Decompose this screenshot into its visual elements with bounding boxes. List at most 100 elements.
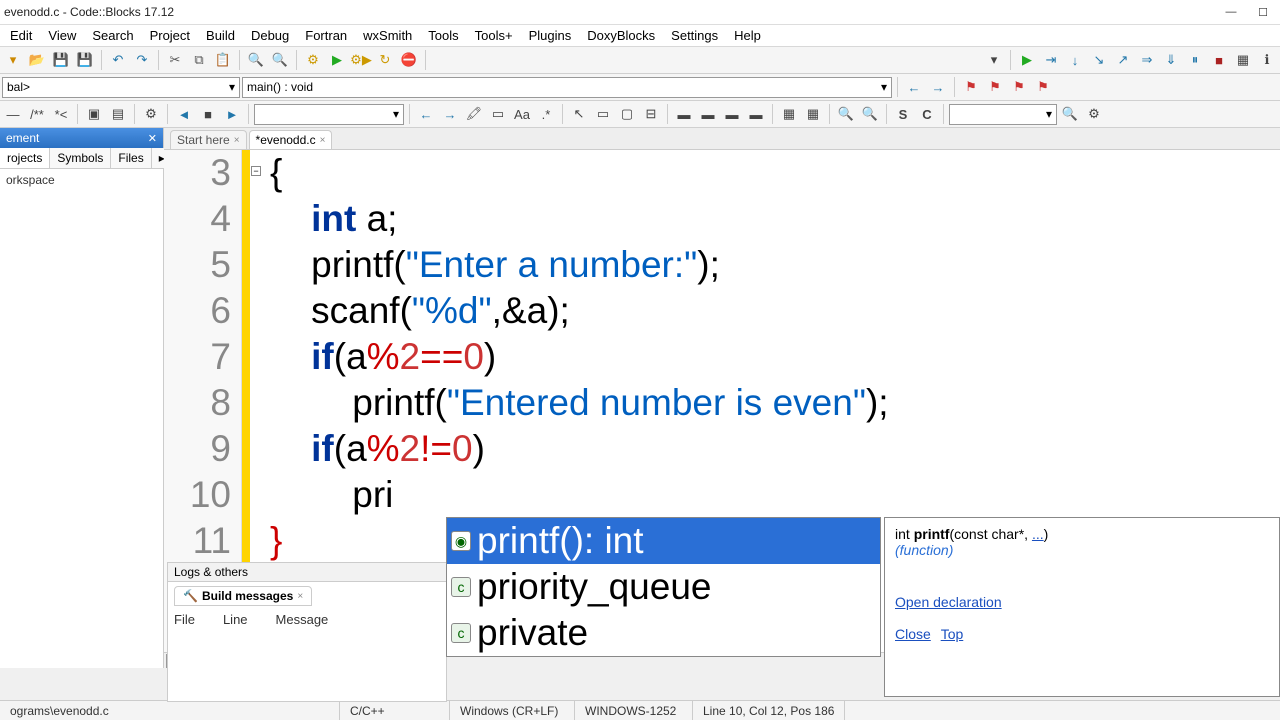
target-drop-icon[interactable]: ▾: [983, 49, 1005, 71]
save-all-icon[interactable]: 💾: [74, 49, 96, 71]
tab-files[interactable]: Files: [111, 148, 151, 168]
close-tooltip-link[interactable]: Close: [895, 626, 931, 642]
jump-back-icon[interactable]: ←: [903, 76, 925, 98]
comment-icon[interactable]: —: [2, 103, 24, 125]
select-icon[interactable]: ▭: [487, 103, 509, 125]
minimize-button[interactable]: —: [1218, 2, 1244, 22]
abort-icon[interactable]: ⛔: [398, 49, 420, 71]
top-tooltip-link[interactable]: Top: [941, 626, 964, 642]
prev-icon[interactable]: ←: [415, 103, 437, 125]
open-declaration-link[interactable]: Open declaration: [895, 594, 1002, 610]
menu-fortran[interactable]: Fortran: [297, 26, 355, 45]
menu-toolsplus[interactable]: Tools+: [467, 26, 521, 45]
tab-evenodd[interactable]: *evenodd.c×: [249, 130, 333, 149]
rect-icon[interactable]: ▭: [592, 103, 614, 125]
menu-wxsmith[interactable]: wxSmith: [355, 26, 420, 45]
s-icon[interactable]: S: [892, 103, 914, 125]
next-instr-icon[interactable]: ⇒: [1136, 49, 1158, 71]
debug-windows-icon[interactable]: ▦: [1232, 49, 1254, 71]
html-doc-icon[interactable]: ▤: [107, 103, 129, 125]
scope-combo[interactable]: bal>▾: [2, 77, 240, 98]
autocomplete-popup[interactable]: ◉ printf(): int c priority_queue c priva…: [446, 517, 881, 657]
new-file-icon[interactable]: ▾: [2, 49, 24, 71]
menu-debug[interactable]: Debug: [243, 26, 297, 45]
cut-icon[interactable]: ✂: [164, 49, 186, 71]
find-icon[interactable]: 🔍: [245, 49, 267, 71]
save-icon[interactable]: 💾: [50, 49, 72, 71]
stop-debug-icon[interactable]: ■: [1208, 49, 1230, 71]
menu-search[interactable]: Search: [84, 26, 141, 45]
break-icon[interactable]: ⏸: [1184, 49, 1206, 71]
go-fwd-icon[interactable]: ►: [221, 103, 243, 125]
block-comment-icon[interactable]: /**: [26, 103, 48, 125]
open-icon[interactable]: 📂: [26, 49, 48, 71]
search-combo[interactable]: ▾: [949, 104, 1057, 125]
bookmark-toggle-icon[interactable]: ⚑: [960, 76, 982, 98]
autocomplete-item[interactable]: c priority_queue: [447, 564, 880, 610]
menu-tools[interactable]: Tools: [420, 26, 466, 45]
search-go-icon[interactable]: 🔍: [1059, 103, 1081, 125]
next-line-icon[interactable]: ↓: [1064, 49, 1086, 71]
panel-close-icon[interactable]: ✕: [148, 132, 157, 145]
run-doc-icon[interactable]: ▣: [83, 103, 105, 125]
menu-view[interactable]: View: [40, 26, 84, 45]
build-messages-tab[interactable]: 🔨 Build messages ×: [174, 586, 312, 606]
maximize-button[interactable]: ☐: [1250, 2, 1276, 22]
tab-start-here[interactable]: Start here×: [170, 130, 247, 149]
copy-icon[interactable]: ⧉: [188, 49, 210, 71]
autocomplete-item[interactable]: ◉ printf(): int: [447, 518, 880, 564]
info-icon[interactable]: ℹ: [1256, 49, 1278, 71]
run-icon[interactable]: ▶: [326, 49, 348, 71]
step-instr-icon[interactable]: ⇓: [1160, 49, 1182, 71]
highlight-icon[interactable]: 🖍: [463, 103, 485, 125]
paste-icon[interactable]: 📋: [212, 49, 234, 71]
box-icon[interactable]: ▢: [616, 103, 638, 125]
bar1-icon[interactable]: ▬: [673, 103, 695, 125]
search-opt-icon[interactable]: ⚙: [1083, 103, 1105, 125]
close-tab-icon[interactable]: ×: [320, 135, 326, 146]
build-icon[interactable]: ⚙: [302, 49, 324, 71]
fold-toggle-icon[interactable]: −: [251, 166, 261, 176]
bookmark-next-icon[interactable]: ⚑: [1008, 76, 1030, 98]
step-into-icon[interactable]: ↘: [1088, 49, 1110, 71]
menu-build[interactable]: Build: [198, 26, 243, 45]
bar4-icon[interactable]: ▬: [745, 103, 767, 125]
debug-start-icon[interactable]: ▶: [1016, 49, 1038, 71]
redo-icon[interactable]: ↷: [131, 49, 153, 71]
tab-symbols[interactable]: Symbols: [50, 148, 111, 168]
c-icon[interactable]: C: [916, 103, 938, 125]
go-last-icon[interactable]: ■: [197, 103, 219, 125]
undo-icon[interactable]: ↶: [107, 49, 129, 71]
autocomplete-item[interactable]: c private: [447, 610, 880, 656]
menu-settings[interactable]: Settings: [663, 26, 726, 45]
line-comment-icon[interactable]: *<: [50, 103, 72, 125]
menu-edit[interactable]: Edit: [2, 26, 40, 45]
go-back-icon[interactable]: ◄: [173, 103, 195, 125]
close-tab-icon[interactable]: ×: [234, 135, 240, 146]
bar2-icon[interactable]: ▬: [697, 103, 719, 125]
regex-icon[interactable]: .*: [535, 103, 557, 125]
bar3-icon[interactable]: ▬: [721, 103, 743, 125]
run-to-cursor-icon[interactable]: ⇥: [1040, 49, 1062, 71]
jump-combo[interactable]: ▾: [254, 104, 404, 125]
bookmark-prev-icon[interactable]: ⚑: [984, 76, 1006, 98]
rebuild-icon[interactable]: ↻: [374, 49, 396, 71]
menu-doxyblocks[interactable]: DoxyBlocks: [579, 26, 663, 45]
menu-help[interactable]: Help: [726, 26, 769, 45]
zoom-out-icon[interactable]: 🔍: [859, 103, 881, 125]
close-tab-icon[interactable]: ×: [297, 591, 303, 602]
step-out-icon[interactable]: ↗: [1112, 49, 1134, 71]
function-combo[interactable]: main() : void▾: [242, 77, 892, 98]
args-link[interactable]: ...: [1032, 526, 1044, 542]
tab-projects[interactable]: rojects: [0, 148, 50, 168]
jump-fwd-icon[interactable]: →: [927, 76, 949, 98]
split-icon[interactable]: ⊟: [640, 103, 662, 125]
menu-plugins[interactable]: Plugins: [521, 26, 580, 45]
next-icon[interactable]: →: [439, 103, 461, 125]
menu-project[interactable]: Project: [142, 26, 198, 45]
match-case-icon[interactable]: Aa: [511, 103, 533, 125]
grid-icon[interactable]: ▦: [778, 103, 800, 125]
build-run-icon[interactable]: ⚙▶: [350, 49, 372, 71]
grid2-icon[interactable]: ▦: [802, 103, 824, 125]
config-icon[interactable]: ⚙: [140, 103, 162, 125]
